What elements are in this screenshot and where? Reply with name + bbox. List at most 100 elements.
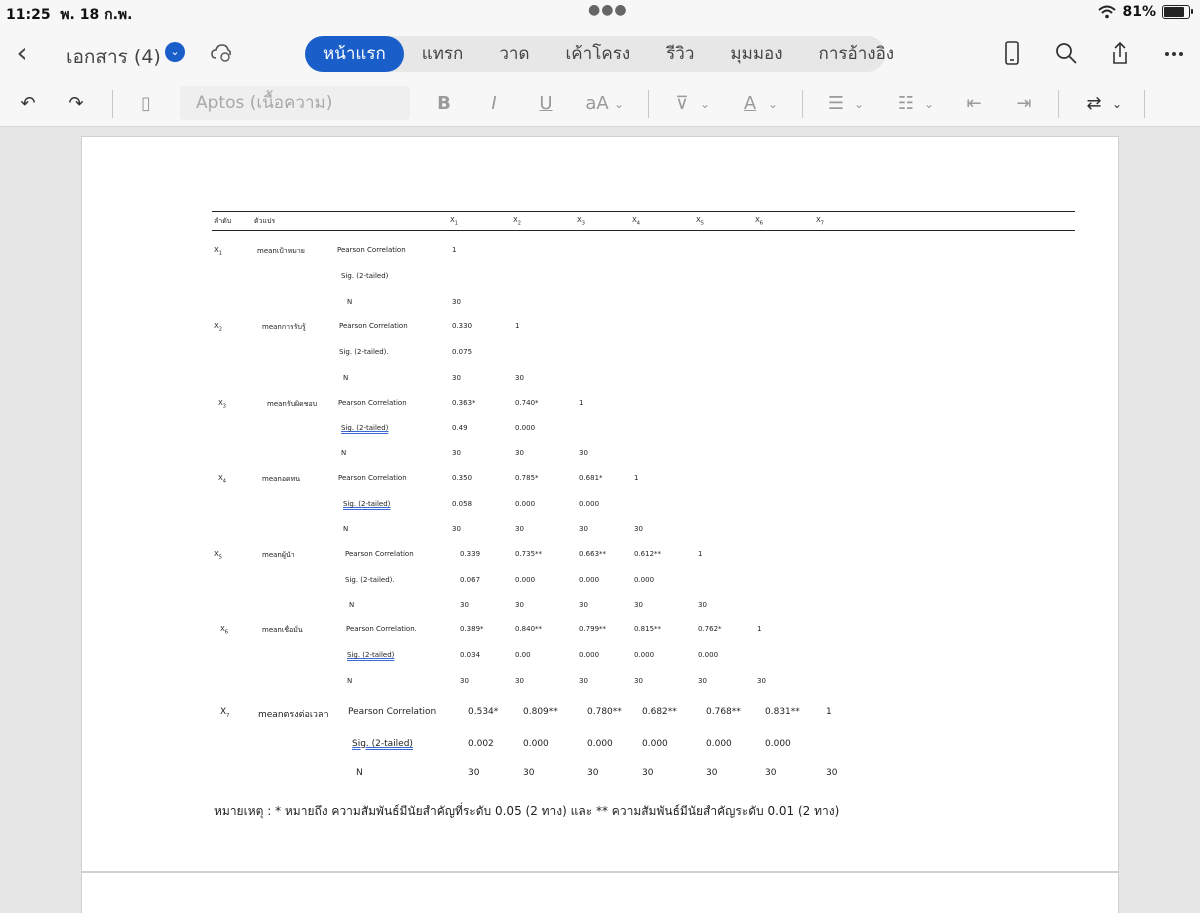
document-title[interactable]: เอกสาร (4)	[66, 42, 161, 72]
row-id: X6	[220, 625, 228, 636]
chevron-down-icon[interactable]: ⌄	[612, 90, 626, 118]
table-cell: 0.663**	[579, 550, 607, 558]
tab-home[interactable]: หน้าแรก	[305, 36, 404, 72]
table-cell: 0.000	[642, 739, 668, 749]
bold-button[interactable]: B	[432, 90, 456, 118]
header-actions	[1000, 40, 1186, 66]
tab-references[interactable]: การอ้างอิง	[801, 36, 913, 72]
share-icon[interactable]	[1108, 40, 1132, 66]
tab-insert[interactable]: แทรก	[404, 36, 482, 72]
table-cell: 30	[468, 768, 480, 778]
table-cell: 0.681*	[579, 474, 603, 482]
chevron-down-icon[interactable]: ⌄	[766, 90, 780, 118]
chevron-down-icon[interactable]: ⌄	[852, 90, 866, 118]
header-x3: X3	[577, 216, 585, 227]
stat-label: N	[343, 374, 349, 382]
table-cell: 0.067	[460, 576, 481, 584]
battery-percent: 81%	[1122, 4, 1156, 20]
underline-button[interactable]: U	[534, 90, 558, 118]
table-cell: 0.831**	[765, 707, 800, 717]
table-cell: 0.000	[515, 500, 536, 508]
table-cell: 0.363*	[452, 399, 476, 407]
format-painter-icon[interactable]: ▯	[132, 90, 160, 118]
chevron-down-icon[interactable]: ⌄	[1110, 90, 1124, 118]
table-cell: 1	[452, 246, 457, 254]
table-cell: 0.809**	[523, 707, 558, 717]
table-cell: 30	[452, 374, 461, 382]
battery-icon	[1162, 5, 1193, 19]
table-cell: 0.350	[452, 474, 473, 482]
tab-draw[interactable]: วาด	[481, 36, 547, 72]
row-id: X4	[218, 474, 226, 485]
tab-view[interactable]: มุมมอง	[712, 36, 800, 72]
table-cell: 1	[579, 399, 584, 407]
document-canvas[interactable]: หมายเหตุ : * หมายถึง ความสัมพันธ์มีนัยสำ…	[0, 127, 1200, 913]
multitask-dots-icon[interactable]: ●●●	[588, 2, 628, 18]
stat-label: Sig. (2-tailed)	[343, 500, 391, 508]
table-cell: 0.799**	[579, 625, 607, 633]
table-cell: 0.815**	[634, 625, 662, 633]
back-chevron-icon[interactable]: ‹	[10, 36, 34, 70]
table-cell: 30	[579, 601, 588, 609]
app-header: ‹ เอกสาร (4) ⌄ หน้าแรก แทรก วาด เค้าโครง…	[0, 26, 1200, 82]
redo-icon[interactable]: ↷	[62, 90, 90, 118]
header-variable: ตัวแปร	[254, 217, 276, 225]
line-spacing-icon[interactable]: ⇄	[1080, 90, 1108, 118]
font-name-input[interactable]: Aptos (เนื้อความ)	[180, 86, 410, 120]
font-color-icon[interactable]: A	[738, 90, 762, 118]
table-cell: 1	[515, 322, 520, 330]
table-cell: 0.000	[634, 576, 655, 584]
mobile-view-icon[interactable]	[1000, 40, 1024, 66]
row-id: X2	[214, 322, 222, 333]
stat-label: Sig. (2-tailed)	[341, 272, 389, 280]
search-icon[interactable]	[1054, 40, 1078, 66]
stat-label: Pearson Correlation	[338, 399, 407, 407]
table-cell: 0.000	[523, 739, 549, 749]
stat-label: Pearson Correlation	[338, 474, 407, 482]
table-cell: 0.534*	[468, 707, 499, 717]
table-cell: 0.339	[460, 550, 481, 558]
increase-indent-icon[interactable]: ⇥	[1010, 90, 1038, 118]
italic-button[interactable]: I	[482, 90, 506, 118]
chevron-down-icon[interactable]: ⌄	[698, 90, 712, 118]
stat-label: N	[341, 449, 347, 457]
header-x1: X1	[450, 216, 458, 227]
table-cell: 0.000	[579, 651, 600, 659]
table-cell: 0.058	[452, 500, 473, 508]
next-page	[82, 873, 1118, 913]
tab-review[interactable]: รีวิว	[648, 36, 712, 72]
table-cell: 0.034	[460, 651, 481, 659]
bullet-list-icon[interactable]: ☰	[822, 90, 850, 118]
cloud-sync-icon[interactable]	[210, 42, 232, 64]
font-size-button[interactable]: aA	[584, 90, 610, 118]
table-cell: 0.49	[452, 424, 468, 432]
header-x7: X7	[816, 216, 824, 227]
table-cell: 1	[698, 550, 703, 558]
table-cell: 30	[452, 525, 461, 533]
highlight-icon[interactable]: ⊽	[670, 90, 694, 118]
chevron-down-icon[interactable]: ⌄	[165, 42, 185, 62]
table-cell: 1	[826, 707, 832, 717]
numbered-list-icon[interactable]: ☷	[892, 90, 920, 118]
table-cell: 0.330	[452, 322, 473, 330]
stat-label: Sig. (2-tailed)	[352, 739, 413, 749]
header-x6: X6	[755, 216, 763, 227]
table-cell: 0.740*	[515, 399, 539, 407]
more-options-icon[interactable]	[1162, 40, 1186, 66]
separator	[112, 90, 113, 118]
stat-label: Pearson Correlation	[345, 550, 414, 558]
table-cell: 0.735**	[515, 550, 543, 558]
document-page[interactable]: หมายเหตุ : * หมายถึง ความสัมพันธ์มีนัยสำ…	[82, 137, 1118, 871]
decrease-indent-icon[interactable]: ⇤	[960, 90, 988, 118]
table-cell: 30	[757, 677, 766, 685]
stat-label: Sig. (2-tailed).	[345, 576, 395, 584]
stat-label: N	[347, 677, 353, 685]
header-x2: X2	[513, 216, 521, 227]
tab-layout[interactable]: เค้าโครง	[548, 36, 649, 72]
table-cell: 0.000	[634, 651, 655, 659]
stat-label: N	[356, 768, 363, 778]
row-variable-name: meanอดทน	[262, 475, 301, 483]
undo-icon[interactable]: ↶	[14, 90, 42, 118]
status-time: 11:25 พ. 18 ก.พ.	[6, 7, 133, 23]
chevron-down-icon[interactable]: ⌄	[922, 90, 936, 118]
